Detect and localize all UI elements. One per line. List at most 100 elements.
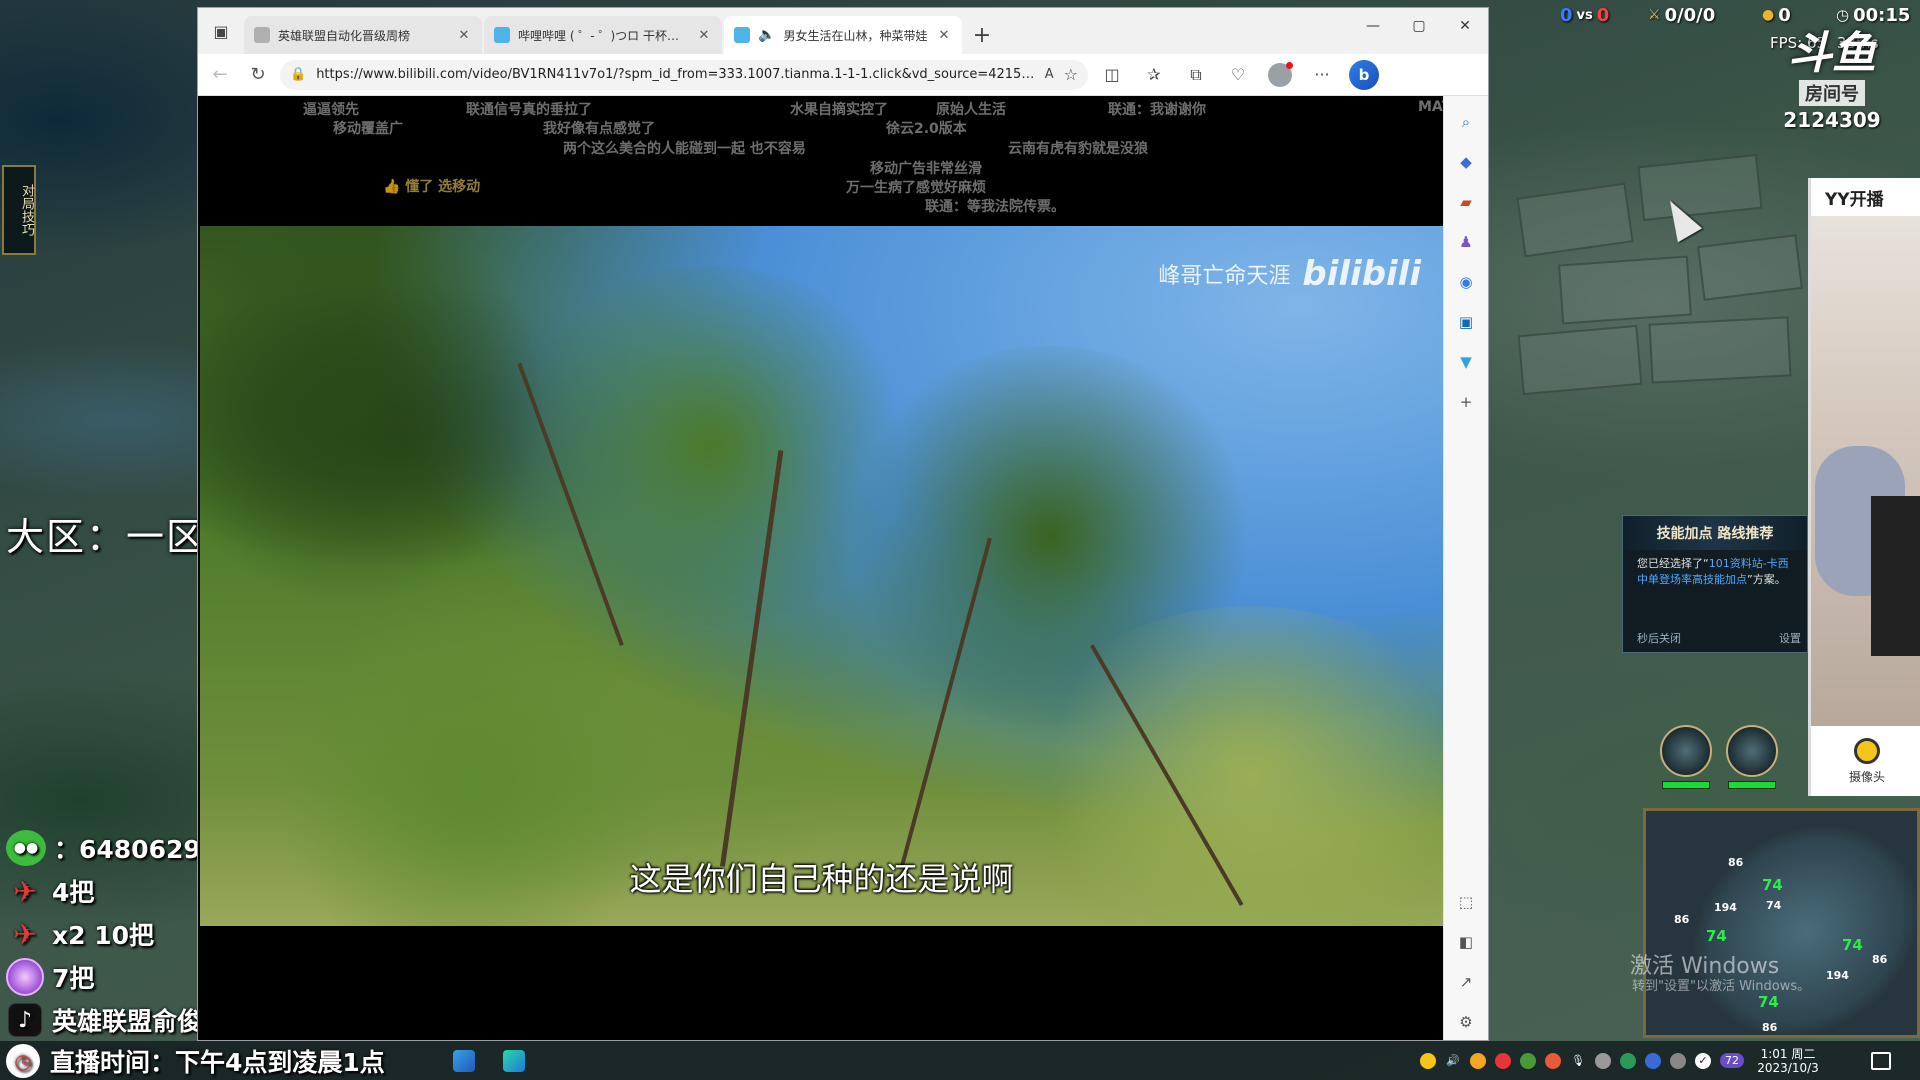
champion-portrait[interactable]	[1726, 725, 1778, 789]
champion-portrait[interactable]	[1660, 725, 1712, 789]
more-menu-button[interactable]: ···	[1304, 59, 1340, 91]
danmaku-comment: 两个这么美合的人能碰到一起 也不容易	[563, 141, 806, 157]
danmaku-comment: 联通信号真的垂拉了	[466, 102, 592, 118]
douyu-logo: 斗鱼	[1788, 28, 1876, 79]
plane-icon: ✈	[13, 874, 37, 908]
collections-button[interactable]: ⧉	[1178, 59, 1214, 91]
medal-icon	[6, 958, 44, 996]
screenshot-icon[interactable]: ⬚	[1450, 886, 1482, 918]
tab-title: 哔哩哔哩 ( ゜- ゜)つロ 干杯~-bilibili	[518, 28, 688, 43]
clock-date: 2023/10/3	[1757, 1060, 1819, 1075]
danmaku-comment: 云南有虎有豹就是没狼	[1008, 141, 1148, 157]
shopping-tag-icon[interactable]: ◆	[1450, 146, 1482, 178]
external-link-icon[interactable]: ↗	[1450, 966, 1482, 998]
skill-panel-body: 您已经选择了“101资料站-卡西 中单登场率高技能加点”方案。	[1623, 550, 1807, 594]
champion-hp-bar	[1728, 781, 1776, 789]
yy-live-panel: YY开播 摄像头	[1808, 178, 1920, 796]
tray-app-icon[interactable]	[1670, 1052, 1686, 1069]
close-window-button[interactable]: ✕	[1442, 8, 1488, 44]
wechat-icon: ●●	[6, 830, 46, 866]
minimap-number: 194	[1826, 969, 1849, 982]
champion-face	[1660, 725, 1712, 777]
edge-browser-icon[interactable]	[503, 1050, 525, 1072]
tab-actions-button[interactable]: ▣	[198, 8, 244, 54]
microsoft365-icon[interactable]: ◉	[1450, 266, 1482, 298]
search-icon[interactable]: ⌕	[1450, 106, 1482, 138]
checkbox-tray-icon[interactable]: ✓	[1695, 1052, 1711, 1069]
tray-app-icon[interactable]	[1545, 1052, 1561, 1069]
notification-count-badge[interactable]: 72	[1720, 1053, 1744, 1068]
browser-essentials-button[interactable]: ♡	[1220, 59, 1256, 91]
watermark-uploader: 峰哥亡命天涯	[1158, 264, 1291, 289]
system-tray: 🔊 🎙 ✓ 72 1:01 周二 2023/10/3	[1420, 1041, 1891, 1080]
tray-app-icon[interactable]	[1420, 1052, 1436, 1069]
stone-tile	[1516, 182, 1634, 258]
bilibili-favicon-icon	[734, 27, 750, 43]
tray-app-icon[interactable]	[1620, 1052, 1636, 1069]
browser-tab[interactable]: 英雄联盟自动化晋级周榜 ✕	[244, 16, 482, 54]
system-clock[interactable]: 1:01 周二 2023/10/3	[1753, 1047, 1823, 1075]
read-aloud-icon[interactable]: A	[1045, 67, 1054, 82]
close-icon[interactable]: ✕	[696, 28, 712, 43]
url-text[interactable]: https://www.bilibili.com/video/BV1RN411v…	[316, 67, 1035, 82]
favorite-star-icon[interactable]: ☆	[1064, 65, 1078, 84]
minimap-number: 74	[1706, 927, 1727, 945]
profile-avatar	[1268, 61, 1293, 87]
add-sidebar-app-icon[interactable]: +	[1450, 386, 1482, 418]
camera-button[interactable]: 摄像头	[1811, 726, 1920, 796]
close-icon[interactable]: ✕	[936, 28, 952, 43]
tab-title: 男女生活在山林，种菜带娃	[783, 28, 928, 43]
video-player[interactable]: 峰哥亡命天涯 bilibili 这是你们自己种的还是说啊	[200, 226, 1443, 926]
close-icon[interactable]: ✕	[456, 28, 472, 43]
profile-button[interactable]	[1262, 59, 1298, 91]
network-icon[interactable]	[1645, 1052, 1661, 1069]
overlay-line-text: 7把	[52, 964, 95, 993]
tray-app-icon[interactable]	[1520, 1052, 1536, 1069]
minimize-button[interactable]: —	[1350, 8, 1396, 44]
skill-line2-highlight: 中单登场率高技能加点	[1637, 573, 1747, 586]
danmaku-comment: 逼逼领先	[303, 102, 359, 118]
games-icon[interactable]: ♟	[1450, 226, 1482, 258]
browser-tab[interactable]: 哔哩哔哩 ( ゜- ゜)つロ 干杯~-bilibili ✕	[484, 16, 722, 54]
stream-time-text: 直播时间：下午4点到凌晨1点	[50, 1047, 385, 1077]
drop-icon[interactable]: ▼	[1450, 346, 1482, 378]
tray-app-icon[interactable]	[1470, 1052, 1486, 1069]
overlay-line-4: ♪ 英雄联盟俞俊	[6, 1000, 202, 1040]
notification-center-icon[interactable]	[1871, 1051, 1891, 1070]
danmaku-comment: 原始人生活	[936, 102, 1006, 118]
skill-settings-link[interactable]: 设置	[1779, 630, 1801, 646]
tray-app-icon[interactable]	[1495, 1052, 1511, 1069]
tray-app-icon[interactable]	[1595, 1052, 1611, 1069]
browser-tab-active[interactable]: 🔈 男女生活在山林，种菜带娃 ✕	[724, 16, 962, 54]
hide-sidebar-icon[interactable]: ◧	[1450, 926, 1482, 958]
speaker-icon[interactable]: 🔈	[758, 27, 775, 43]
outlook-icon[interactable]: ▣	[1450, 306, 1482, 338]
split-screen-button[interactable]: ◫	[1094, 59, 1130, 91]
tools-icon[interactable]: ▰	[1450, 186, 1482, 218]
skill-recommend-panel: 技能加点 路线推荐 您已经选择了“101资料站-卡西 中单登场率高技能加点”方案…	[1622, 515, 1808, 653]
room-label: 房间号	[1799, 80, 1865, 106]
gear-icon[interactable]: ⚙	[1450, 1006, 1482, 1038]
yy-title: YY开播	[1825, 189, 1884, 210]
champion-portraits	[1660, 725, 1778, 789]
tab-actions-icon: ▣	[213, 21, 229, 41]
skill-panel-title: 技能加点 路线推荐	[1623, 516, 1807, 550]
danmaku-comment: 徐云2.0版本	[886, 121, 967, 137]
microphone-icon[interactable]: 🎙	[1570, 1053, 1586, 1069]
copilot-button[interactable]: b	[1346, 59, 1382, 91]
minimap-number: 74	[1758, 993, 1779, 1011]
refresh-button[interactable]: ↻	[242, 59, 274, 91]
favorites-button[interactable]: ✰	[1136, 59, 1172, 91]
lol-client-icon[interactable]	[453, 1050, 475, 1072]
minimap[interactable]: 86 74 194 74 86 74 74 86 194 74 86	[1643, 808, 1920, 1038]
volume-icon[interactable]: 🔊	[1445, 1053, 1461, 1069]
tips-side-tab[interactable]: 对局技巧	[2, 165, 36, 255]
danmaku-comment: 联通：等我法院传票。	[925, 199, 1065, 215]
clock-icon: ◷	[1836, 6, 1850, 24]
stone-tile	[1517, 324, 1643, 396]
maximize-button[interactable]: ▢	[1396, 8, 1442, 44]
new-tab-button[interactable]: +	[964, 16, 1000, 54]
address-bar[interactable]: 🔒 https://www.bilibili.com/video/BV1RN41…	[280, 59, 1088, 90]
foliage-shape	[200, 226, 540, 616]
back-button[interactable]: ←	[204, 59, 236, 91]
